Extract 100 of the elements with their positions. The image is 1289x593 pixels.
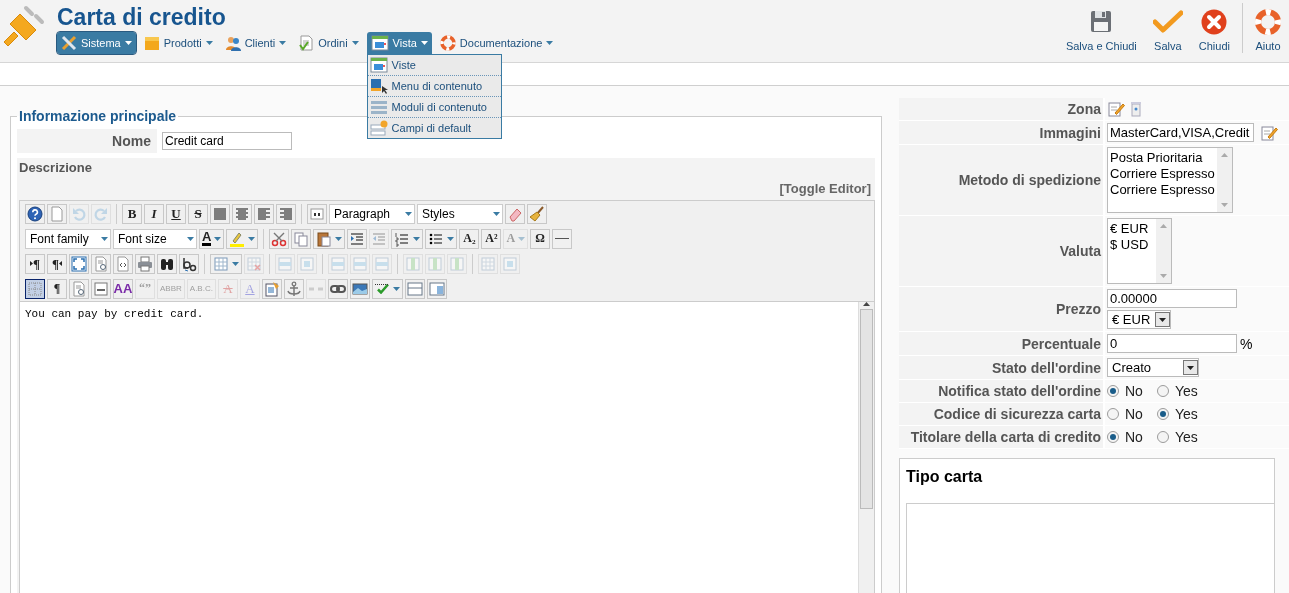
- price-field[interactable]: 0.00000: [1107, 289, 1237, 308]
- menu-item[interactable]: Menu di contenuto: [367, 76, 501, 97]
- field-label: Nome: [17, 129, 157, 153]
- editor-button[interactable]: S: [188, 203, 208, 224]
- menu-item[interactable]: Viste: [367, 55, 501, 76]
- menu-item[interactable]: Sistema: [57, 32, 136, 54]
- radio-button[interactable]: [1156, 385, 1169, 397]
- dropdown[interactable]: Font family: [25, 228, 111, 249]
- grid-icon: [27, 280, 43, 297]
- radio-button[interactable]: [1156, 408, 1169, 420]
- radio-button[interactable]: [1156, 431, 1169, 443]
- editor-button[interactable]: B: [122, 203, 142, 224]
- spellcheck-icon: [374, 283, 390, 294]
- help-icon: [27, 205, 43, 222]
- list-option[interactable]: Corriere Espresso: [1110, 166, 1215, 182]
- toolbar-button[interactable]: Salva e Chiudi: [1057, 9, 1145, 52]
- toggle-editor-link[interactable]: [Toggle Editor]: [779, 181, 871, 196]
- menu-item[interactable]: Vista: [366, 32, 432, 54]
- menu-item[interactable]: Clienti: [220, 32, 291, 54]
- align-left-icon: [256, 205, 272, 222]
- editor-button[interactable]: A²: [481, 228, 502, 249]
- menu-item[interactable]: Documentazione: [435, 32, 558, 54]
- window-icon: [370, 35, 389, 51]
- dropdown[interactable]: Styles: [417, 203, 503, 224]
- field-label: Valuta: [899, 216, 1105, 286]
- clipboard-icon: [316, 230, 333, 247]
- editor-button[interactable]: Ω: [530, 228, 551, 249]
- editor-button[interactable]: A₂: [459, 228, 480, 249]
- list-option[interactable]: € EUR: [1110, 221, 1154, 237]
- editor-button[interactable]: ¶: [25, 253, 45, 274]
- scroll-up-icon: [863, 302, 870, 306]
- editor-button[interactable]: ¶: [47, 253, 67, 274]
- field-label: Titolare della carta di credito: [899, 426, 1105, 448]
- align-right-icon: [278, 205, 294, 222]
- field-label: Prezzo: [899, 287, 1105, 331]
- window-icon: [406, 280, 423, 297]
- images-field[interactable]: MasterCard,VISA,Credit: [1107, 123, 1255, 142]
- checkmark-icon: [1152, 10, 1183, 34]
- list-box[interactable]: Posta Prioritaria Corriere Espresso Corriere Espresso: [1107, 147, 1233, 213]
- image-icon: [351, 280, 368, 297]
- radio-button[interactable]: [1107, 408, 1119, 420]
- currency-select[interactable]: € EUR: [1107, 310, 1171, 329]
- toolbar-button[interactable]: Salva: [1144, 9, 1191, 52]
- list-box[interactable]: € EUR $ USD: [1107, 218, 1172, 284]
- editor-button[interactable]: U: [166, 203, 186, 224]
- window-icon: [428, 280, 445, 297]
- menu-item[interactable]: Prodotti: [139, 32, 217, 54]
- menu-item[interactable]: Campi di default: [367, 118, 501, 138]
- document-icon: [71, 280, 87, 297]
- list-option[interactable]: Corriere Espresso: [1110, 182, 1215, 198]
- radio-button[interactable]: [1107, 431, 1119, 443]
- menu-item[interactable]: Ordini: [294, 32, 363, 54]
- caret-icon: [405, 211, 412, 216]
- field-label: Codice di sicurezza carta: [899, 403, 1105, 425]
- list-option[interactable]: $ USD: [1110, 237, 1154, 253]
- list-option[interactable]: Posta Prioritaria: [1110, 150, 1215, 166]
- option-label: No: [1125, 406, 1143, 422]
- editor-button[interactable]: A: [199, 228, 225, 249]
- highlighter-icon: [229, 230, 246, 247]
- field-label: Stato dell'ordine: [899, 356, 1105, 379]
- field-label: Percentuale: [899, 332, 1105, 355]
- box-icon: [143, 35, 160, 51]
- table-icon: [502, 255, 518, 272]
- caret-icon: [1187, 365, 1194, 370]
- name-field[interactable]: Credit card: [162, 132, 292, 150]
- option-label: Yes: [1174, 406, 1198, 422]
- scroll-down-icon: [1221, 203, 1228, 207]
- printer-icon: [137, 255, 153, 272]
- lifebuoy-icon: [1255, 9, 1281, 35]
- field-label: Zona: [899, 98, 1105, 120]
- edit-icon[interactable]: [1260, 123, 1279, 142]
- outdent-icon: [371, 230, 388, 247]
- caret-icon: [351, 41, 359, 45]
- indent-icon: [349, 230, 366, 247]
- edit-icon[interactable]: [1107, 100, 1125, 118]
- dropdown[interactable]: Font size: [113, 228, 197, 249]
- status-select[interactable]: Creato: [1107, 358, 1199, 377]
- editor-button[interactable]: ¶: [47, 278, 67, 299]
- lifebuoy-icon: [439, 35, 456, 51]
- editor-button[interactable]: I: [144, 203, 164, 224]
- table-icon: [330, 255, 346, 272]
- table-icon: [427, 255, 443, 272]
- editor-button[interactable]: [25, 278, 45, 299]
- scrollbar[interactable]: [858, 302, 874, 593]
- percent-field[interactable]: 0: [1107, 334, 1237, 353]
- page-title: Carta di credito: [57, 3, 227, 31]
- radio-button[interactable]: [1107, 385, 1119, 397]
- menu-item[interactable]: Moduli di contenuto: [367, 97, 501, 118]
- document-icon: [49, 205, 65, 222]
- document-icon: [93, 255, 109, 272]
- editor-button[interactable]: AA: [113, 278, 133, 299]
- toolbar-button[interactable]: Aiuto: [1247, 9, 1289, 52]
- broom-icon: [529, 205, 545, 222]
- table-icon: [246, 255, 262, 272]
- table-icon: [277, 255, 293, 272]
- clipboard-icon: [263, 280, 280, 297]
- option-label: No: [1125, 429, 1143, 445]
- toolbar-button[interactable]: Chiudi: [1190, 9, 1238, 52]
- dropdown[interactable]: Paragraph: [329, 203, 415, 224]
- horizontal-rule-icon: [555, 238, 570, 239]
